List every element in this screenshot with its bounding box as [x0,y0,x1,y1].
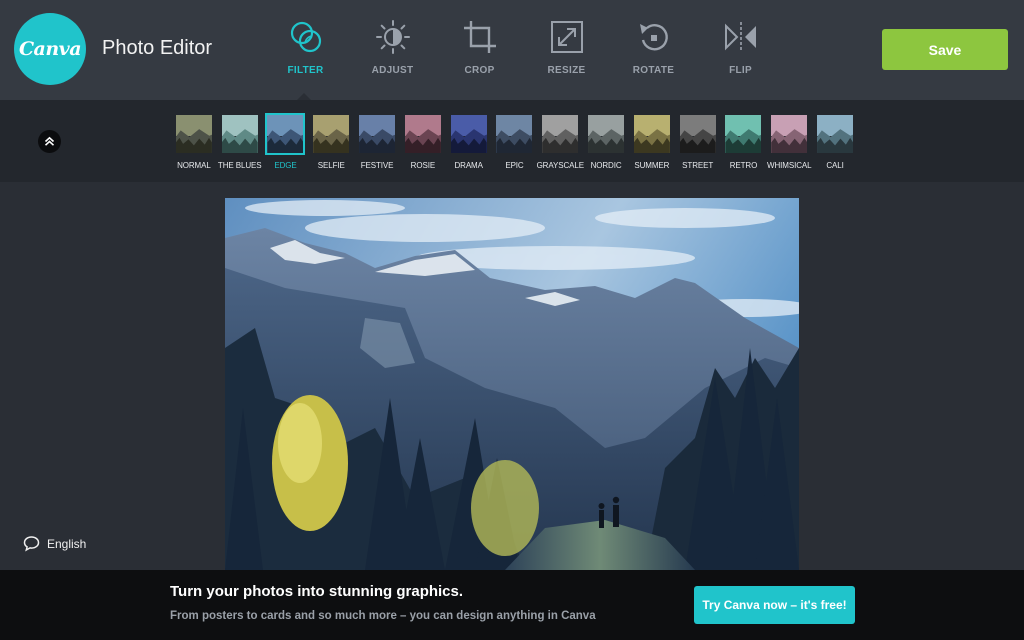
filter-thumbnail [311,113,351,155]
language-label: English [47,536,87,551]
filter-option-summer[interactable]: SUMMER [629,113,675,170]
promo-banner: Turn your photos into stunning graphics.… [0,570,1024,640]
crop-icon [463,21,496,53]
filter-thumbnail [540,113,580,155]
save-button[interactable]: Save [882,29,1008,70]
tab-label: ROTATE [632,65,675,76]
filter-option-grayscale[interactable]: GRAYSCALE [536,113,585,170]
filter-thumbnail [494,113,534,155]
filter-label: ROSIE [410,161,436,170]
filter-label: GRAYSCALE [536,161,585,170]
filter-label: NORMAL [177,161,211,170]
filter-list: NORMAL THE BLUES EDGE SELFIE FESTIVE ROSIE DRA… [171,113,858,170]
filter-thumbnail [815,113,855,155]
banner-title: Turn your photos into stunning graphics. [170,583,464,600]
filter-label: STREET [682,161,714,170]
flip-icon [724,22,756,52]
filter-strip: NORMAL THE BLUES EDGE SELFIE FESTIVE ROSIE DRA… [0,100,1024,182]
filter-option-festive[interactable]: FESTIVE [354,113,400,170]
filter-option-whimsical[interactable]: WHIMSICAL [766,113,812,170]
tab-adjust[interactable]: ADJUST [349,18,436,80]
filter-option-the-blues[interactable]: THE BLUES [217,113,263,170]
filter-thumbnail [769,113,809,155]
filter-option-street[interactable]: STREET [675,113,721,170]
page-title: Photo Editor [102,37,213,59]
filter-thumbnail [723,113,763,155]
tab-label: FILTER [287,65,324,76]
logo-text: Canva [18,38,82,60]
filter-option-rosie[interactable]: ROSIE [400,113,446,170]
collapse-filters-button[interactable] [38,130,61,153]
chevron-double-up-icon [44,136,55,146]
tab-label: RESIZE [547,65,586,76]
filter-thumbnail [220,113,260,155]
active-tab-pointer [297,93,311,100]
filter-thumbnail [632,113,672,155]
filter-thumbnail [586,113,626,155]
filter-label: EPIC [505,161,524,170]
adjust-icon [375,20,410,54]
filter-thumbnail [357,113,397,155]
filter-icon [290,21,321,53]
filter-label: FESTIVE [360,161,394,170]
filter-label: SELFIE [317,161,345,170]
filter-option-normal[interactable]: NORMAL [171,113,217,170]
tab-label: CROP [464,65,495,76]
filter-option-epic[interactable]: EPIC [492,113,538,170]
banner-subtitle: From posters to cards and so much more –… [170,610,596,622]
filter-label: SUMMER [634,161,670,170]
tab-flip[interactable]: FLIP [697,18,784,80]
filter-label: EDGE [274,161,297,170]
filter-option-drama[interactable]: DRAMA [446,113,492,170]
filter-thumbnail [265,113,306,155]
filter-option-retro[interactable]: RETRO [721,113,767,170]
landscape-photo [225,198,799,570]
resize-icon [550,21,583,53]
tab-crop[interactable]: CROP [436,18,523,80]
speech-bubble-icon [23,536,40,552]
filter-option-cali[interactable]: CALI [812,113,858,170]
app-header: Canva Photo Editor FILTER ADJUST CROP RE… [0,0,1024,100]
filter-label: DRAMA [454,161,483,170]
filter-thumbnail [403,113,443,155]
filter-thumbnail [449,113,489,155]
filter-label: CALI [826,161,844,170]
tab-resize[interactable]: RESIZE [523,18,610,80]
try-canva-button[interactable]: Try Canva now – it's free! [694,586,855,624]
filter-label: RETRO [729,161,758,170]
filter-thumbnail [678,113,718,155]
filter-label: WHIMSICAL [767,161,812,170]
tab-rotate[interactable]: ROTATE [610,18,697,80]
filter-option-edge[interactable]: EDGE [263,113,309,170]
rotate-icon [639,24,668,51]
filter-label: THE BLUES [217,161,262,170]
tool-tabs: FILTER ADJUST CROP RESIZE ROTATE FLIP [262,18,784,80]
tab-label: FLIP [729,65,752,76]
filter-option-selfie[interactable]: SELFIE [308,113,354,170]
filter-thumbnail [174,113,214,155]
tab-label: ADJUST [371,65,414,76]
filter-label: NORDIC [590,161,622,170]
language-selector[interactable]: English [23,535,86,552]
canva-logo[interactable]: Canva [14,13,86,85]
tab-filter[interactable]: FILTER [262,18,349,80]
filter-option-nordic[interactable]: NORDIC [583,113,629,170]
photo-canvas[interactable] [225,198,799,570]
